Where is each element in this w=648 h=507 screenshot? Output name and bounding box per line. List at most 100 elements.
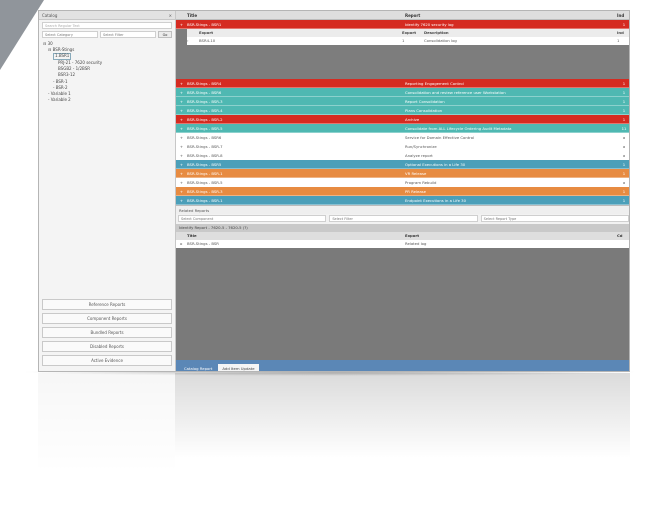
tree-node-label: ⊟ BSR-Stings [48,47,75,53]
report-row-title: BSR-Stings - BSR1 [187,22,222,27]
related-row-export: Related log [405,241,427,246]
tree-node-label: - Variable 2 [48,97,71,103]
report-row[interactable]: + BSR-Stings - BSR6 Service for Domain Eff… [176,133,629,142]
expand-icon[interactable]: + [176,97,187,105]
tree-node-label: PRJ-21 - 7620 security [58,59,103,65]
report-row-description: Archive [405,117,420,122]
expand-icon[interactable]: + [176,178,187,186]
report-row-ind: a [622,144,626,149]
nav-button[interactable]: Reference Reports [42,299,172,310]
related-filter-row: Select Component Select Filter Select Re… [176,214,629,224]
report-row-ind: a [622,153,626,158]
report-row-title: BSR-Stings - BSR-1 [187,198,223,203]
report-row-title: BSR-Stings - BSR-3 [187,189,223,194]
expand-icon[interactable]: + [176,133,187,141]
expand-icon[interactable]: + [176,187,187,195]
related-row[interactable]: ▸ BSR-Stings - BSR Related log [176,240,629,248]
detail-row[interactable]: › BSR4-10 1 Consolidation log 1 [187,37,629,45]
expand-icon[interactable]: + [176,88,187,96]
report-row-title: BSR-Stings - BSR-3 [187,99,223,104]
report-row[interactable]: + BSR-Stings - BSR4 Reporting Engagement C… [176,79,629,88]
report-grid-panel: Title Report Ind + BSR-Stings - BSR1 Ident… [176,11,629,371]
report-row[interactable]: + BSR-Stings - BSR-8 Analyze report a [176,151,629,160]
report-row-description: Consolidation and review reference user … [405,90,506,95]
detail-col-export2: Export [402,30,417,35]
expand-icon[interactable]: + [176,106,187,114]
expand-icon[interactable]: + [176,142,187,150]
expanded-detail: Export Export Description Ind › BSR4-10 … [176,29,629,79]
report-row-title: BSR-Stings - BSR-7 [187,144,223,149]
report-row-ind: 1 [622,189,626,194]
related-filter-select[interactable]: Select Filter [329,215,478,222]
report-row-ind: 1 [622,198,626,203]
detail-cell-description: Consolidation log [424,38,457,43]
tree-node-label: - BSR-1 [53,78,68,84]
report-row-description: Reporting Engagement Control [405,81,464,86]
report-row[interactable]: + BSR-Stings - BSR1 Identify 7620 security… [176,20,629,29]
report-row[interactable]: + BSR-Stings - BSR5 Optional Executions in… [176,160,629,169]
expand-icon[interactable]: + [176,160,187,168]
related-row-title: BSR-Stings - BSR [187,241,219,246]
related-title-col[interactable]: Title [187,232,405,240]
title-col-header[interactable]: Title [187,11,405,19]
detail-col-export: Export [199,30,214,35]
tab-catalog-report[interactable]: Catalog Report [180,364,216,371]
search-input[interactable]: Search Regular Text [42,22,172,29]
report-row-title: BSR-Stings - BSR4 [187,81,222,86]
expand-icon[interactable]: + [176,79,187,87]
nav-button[interactable]: Component Reports [42,313,172,324]
related-export-col[interactable]: Export [405,232,617,240]
filter-row: Select Category Select Filter Go [42,31,172,38]
report-row-description: Consolidate from ALL Lifecycle Ordering … [405,126,512,131]
report-row-ind: a [622,135,626,140]
report-row-ind: a [622,180,626,185]
expand-icon[interactable]: + [176,115,187,123]
report-row-ind: 1 [622,162,626,167]
nav-button[interactable]: Bundled Reports [42,327,172,338]
report-row[interactable]: + BSR-Stings - BSR-3 Report Consolidation 1 [176,97,629,106]
close-icon[interactable]: × [169,11,172,20]
nav-button[interactable]: Disabled Reports [42,341,172,352]
nav-button-group: Reference Reports Component Reports Bundle… [39,297,175,369]
report-row-description: Analyze report [405,153,433,158]
detail-cell-a: › [187,38,189,43]
detail-col-a [187,29,199,37]
expand-icon[interactable]: + [176,20,187,28]
expand-icon[interactable]: + [176,169,187,177]
report-row-title: BSR-Stings - BSR-8 [187,153,223,158]
report-row-description: PR Release [405,189,426,194]
ind-col-header[interactable]: Ind [617,11,629,19]
expand-icon[interactable]: + [176,124,187,132]
related-cd-col[interactable]: Cd [617,232,629,240]
related-component-select[interactable]: Select Component [178,215,327,222]
tree-node[interactable]: - Variable 2 [43,97,171,103]
report-row-description: Report Consolidation [405,99,445,104]
nav-button[interactable]: Active Evidence [42,355,172,366]
report-row[interactable]: + BSR-Stings - BSR-3 PR Release 1 [176,187,629,196]
report-row[interactable]: + BSR-Stings - BSR-5 Program Rebuild a [176,178,629,187]
report-row[interactable]: + BSR-Stings - BSR-1 Endpoint Executions i… [176,196,629,205]
report-row[interactable]: + BSR-Stings - BSR-2 Archive 1 [176,115,629,124]
go-button[interactable]: Go [158,31,172,38]
related-type-select[interactable]: Select Report Type [480,215,629,222]
app-window: Catalog × Search Regular Text Select Cat… [38,10,630,372]
report-row[interactable]: + BSR-Stings - BSR6 Consolidation and revi… [176,88,629,97]
report-row[interactable]: + BSR-Stings - BSR-1 VR Release 1 [176,169,629,178]
status-select[interactable]: Select Filter [100,31,156,38]
screenshot-stage: Catalog × Search Regular Text Select Cat… [0,0,648,507]
detail-header: Export Export Description Ind [187,29,629,37]
tab-add-item-update[interactable]: Add Item Update [218,364,259,371]
report-col-header[interactable]: Report [405,11,617,19]
expand-icon[interactable]: ▸ [176,240,187,248]
bottom-tab-bar: Catalog Report Add Item Update [176,360,629,371]
detail-col-description: Description [424,30,449,35]
report-row-title: BSR-Stings - BSR-5 [187,126,223,131]
report-row-ind: 1 [622,22,626,27]
category-select[interactable]: Select Category [42,31,98,38]
expand-icon[interactable]: + [176,151,187,159]
expand-icon[interactable]: + [176,196,187,204]
reflection-left [38,373,175,493]
report-row[interactable]: + BSR-Stings - BSR-7 Run/Synchronize a [176,142,629,151]
report-row[interactable]: + BSR-Stings - BSR-5 Consolidate from ALL … [176,124,629,133]
report-row[interactable]: + BSR-Stings - BSR-4 Plans Consolidation 1 [176,106,629,115]
